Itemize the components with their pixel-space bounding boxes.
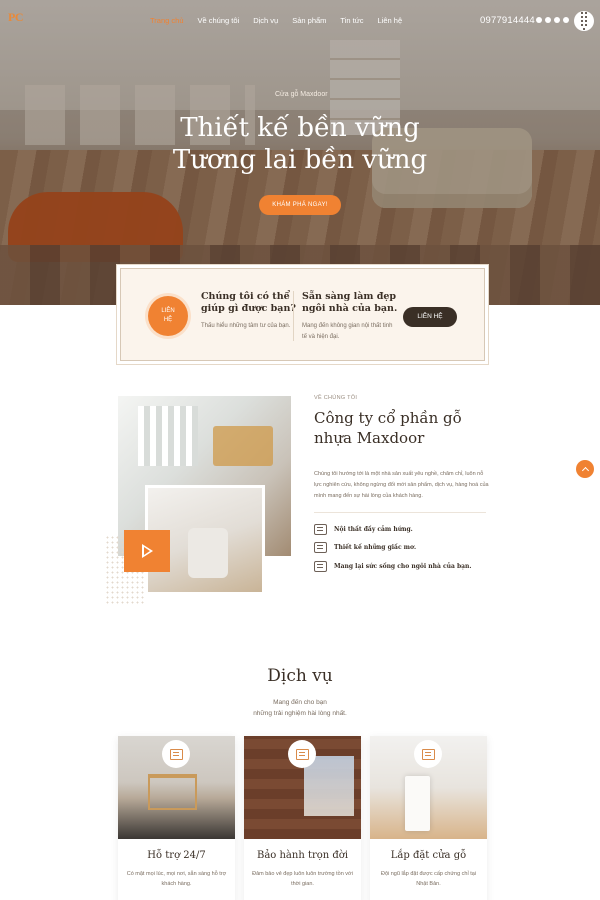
service-card-support[interactable]: Hỗ trợ 24/7 Có mặt mọi lúc, mọi nơi, sẵn… (118, 736, 235, 900)
explore-button[interactable]: KHÁM PHÁ NGAY! (259, 195, 341, 215)
menu-item-products[interactable]: Sản phẩm (292, 16, 326, 25)
contact-help-text: Thấu hiểu những tâm tư của bạn. (201, 323, 291, 329)
hero-eyebrow: Cửa gỗ Maxdoor (275, 91, 328, 98)
menu-item-services[interactable]: Dịch vụ (253, 16, 278, 25)
service-name: Bảo hành trọn đời (256, 850, 349, 861)
social-links (536, 17, 572, 23)
chevron-up-icon (581, 466, 589, 475)
service-description: Đảm bảo vẻ đẹp luôn luôn trường tồn với … (252, 871, 353, 887)
feature-item: Mang lại sức sống cho ngôi nhà của bạn. (314, 561, 471, 572)
hero-title-line-1: Thiết kế bền vững (180, 113, 420, 143)
logo[interactable]: PC (8, 10, 24, 25)
contact-box: LIÊN HỆ Chúng tôi có thể giúp gì được bạn… (120, 268, 485, 361)
contact-circle-button[interactable]: LIÊN HỆ (148, 296, 188, 336)
youtube-icon[interactable] (545, 17, 551, 23)
contact-ready-text: Mang đến không gian nội thất tinh tế và … (302, 323, 393, 340)
top-nav: PC Trang chủ Về chúng tôi Dịch vụ Sản ph… (0, 0, 600, 42)
grid-menu-button[interactable] (574, 11, 594, 31)
service-description: Đội ngũ lắp đặt được cấp chứng chỉ tại N… (380, 871, 477, 887)
scroll-to-top-button[interactable] (576, 460, 594, 478)
house-icon (314, 524, 327, 535)
main-menu: Trang chủ Về chúng tôi Dịch vụ Sản phẩm … (150, 16, 416, 25)
about-eyebrow: VỀ CHÚNG TÔI (314, 395, 358, 401)
feature-label: Nội thất đầy cảm hứng. (334, 526, 413, 533)
building-icon (314, 561, 327, 572)
phone-number[interactable]: 0977914444 (480, 15, 535, 26)
menu-item-home[interactable]: Trang chủ (150, 16, 184, 25)
menu-item-news[interactable]: Tin tức (340, 16, 363, 25)
about-description: Chúng tôi hướng tới là một nhà sản xuất … (314, 471, 489, 499)
facebook-icon[interactable] (536, 17, 542, 23)
menu-item-about[interactable]: Về chúng tôi (198, 16, 240, 25)
services-subtitle: Mang đến cho bạn những trải nghiệm hài l… (253, 699, 347, 717)
divider (314, 512, 486, 513)
page: PC Trang chủ Về chúng tôi Dịch vụ Sản ph… (0, 0, 600, 900)
support-icon (162, 740, 190, 768)
service-description: Có mặt mọi lúc, mọi nơi, sẵn sàng hỗ trợ… (126, 871, 227, 887)
feature-label: Thiết kế những giấc mơ. (334, 544, 417, 551)
hero-title: Thiết kế bền vững Tương lai bền vững (0, 112, 600, 176)
feature-item: Nội thất đầy cảm hứng. (314, 524, 413, 535)
feature-item: Thiết kế những giấc mơ. (314, 542, 416, 553)
service-card-installation[interactable]: Lắp đặt cửa gỗ Đội ngũ lắp đặt được cấp … (370, 736, 487, 900)
about-title: Công ty cổ phần gỗ nhựa Maxdoor (314, 409, 462, 447)
google-icon[interactable] (563, 17, 569, 23)
divider (293, 291, 294, 341)
contact-ready-title: Sẵn sàng làm đẹp ngôi nhà của bạn. (302, 291, 398, 314)
feature-label: Mang lại sức sống cho ngôi nhà của bạn. (334, 563, 472, 570)
contact-button[interactable]: LIÊN HỆ (403, 307, 457, 327)
warranty-icon (288, 740, 316, 768)
service-card-warranty[interactable]: Bảo hành trọn đời Đảm bảo vẻ đẹp luôn lu… (244, 736, 361, 900)
chat-icon (314, 542, 327, 553)
service-name: Hỗ trợ 24/7 (147, 850, 206, 861)
pinterest-icon[interactable] (554, 17, 560, 23)
hero-title-line-2: Tương lai bền vững (172, 145, 428, 175)
door-icon (414, 740, 442, 768)
service-name: Lắp đặt cửa gỗ (390, 850, 467, 861)
menu-item-contact[interactable]: Liên hệ (378, 16, 403, 25)
services-title: Dịch vụ (267, 666, 333, 686)
contact-help-title: Chúng tôi có thể giúp gì được bạn? (201, 291, 296, 314)
play-video-button[interactable] (124, 530, 170, 572)
play-icon (141, 544, 153, 558)
